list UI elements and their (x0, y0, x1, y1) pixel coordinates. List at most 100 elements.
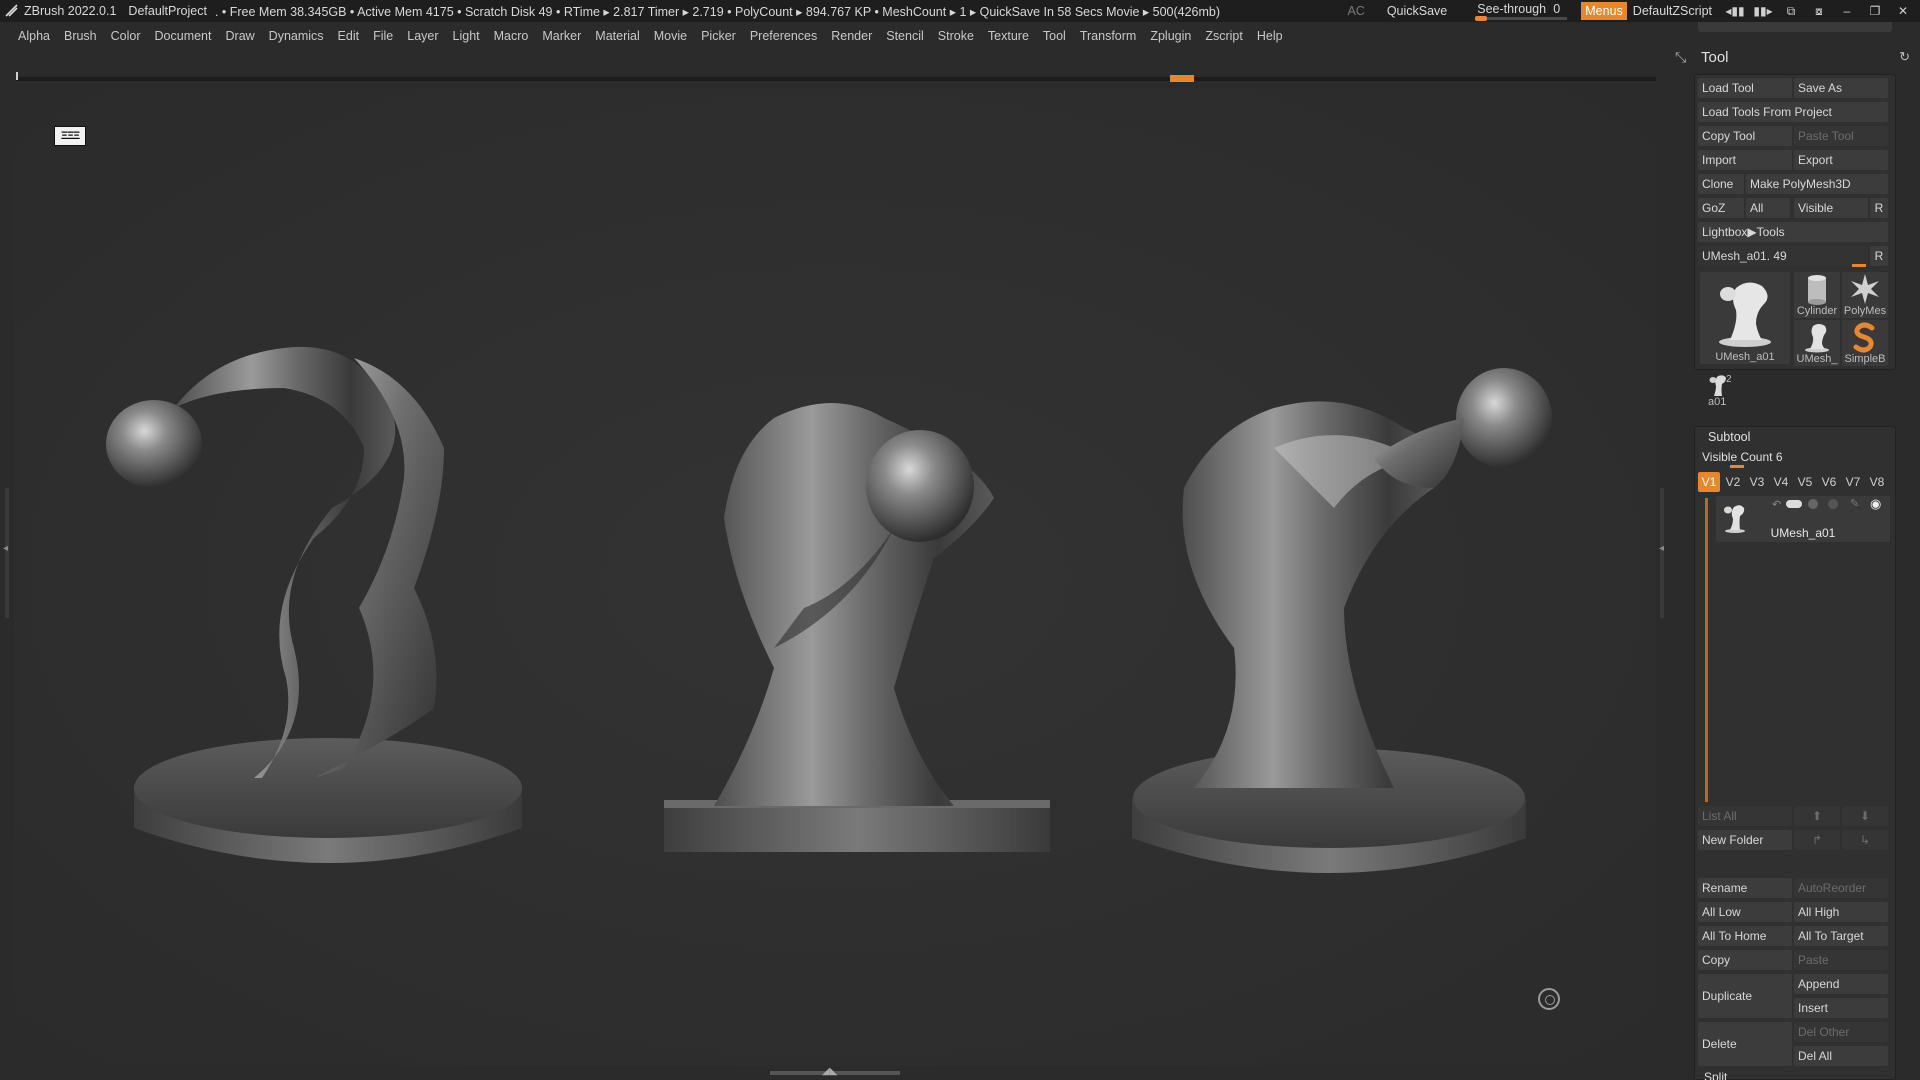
move-up-button[interactable]: ⬆ (1794, 806, 1840, 826)
window-layout-icon[interactable]: ⧉ (1780, 3, 1802, 19)
folder-action-1-icon[interactable]: ↱ (1794, 830, 1840, 850)
menu-document[interactable]: Document (155, 29, 212, 43)
visible-count-label[interactable]: Visible Count 6 (1702, 450, 1783, 464)
timeline-track[interactable] (16, 77, 1656, 81)
tool-thumb-umesh-main[interactable]: UMesh_a01 (1700, 272, 1790, 364)
menu-dynamics[interactable]: Dynamics (269, 29, 324, 43)
load-tool-button[interactable]: Load Tool (1698, 78, 1792, 98)
visible-count-knob[interactable] (1730, 465, 1744, 468)
subtool-item-umesh[interactable]: ↶ ✎ ◉ UMesh_a01 (1716, 496, 1890, 542)
clone-button[interactable]: Clone (1698, 174, 1744, 194)
all-high-button[interactable]: All High (1794, 902, 1888, 922)
list-all-button[interactable]: List All (1698, 806, 1792, 826)
del-other-button[interactable]: Del Other (1794, 1022, 1888, 1042)
goz-visible-button[interactable]: Visible (1794, 198, 1868, 218)
move-down-button[interactable]: ⬇ (1842, 806, 1888, 826)
rename-button[interactable]: Rename (1698, 878, 1792, 898)
menu-stencil[interactable]: Stencil (886, 29, 924, 43)
see-through-knob[interactable] (1475, 16, 1488, 21)
visibility-tab-v4[interactable]: V4 (1770, 472, 1792, 492)
save-as-button[interactable]: Save As (1794, 78, 1888, 98)
tool-thumb-simpleb[interactable]: SimpleB (1842, 320, 1888, 366)
make-polymesh3d-button[interactable]: Make PolyMesh3D (1746, 174, 1888, 194)
viewport-canvas[interactable]: ΞΞΞ (14, 88, 1656, 1066)
delete-button[interactable]: Delete (1698, 1022, 1792, 1066)
copy-button[interactable]: Copy (1698, 950, 1792, 970)
menu-tool[interactable]: Tool (1043, 29, 1066, 43)
menu-layer[interactable]: Layer (407, 29, 438, 43)
current-tool-slider-knob[interactable] (1852, 264, 1866, 267)
all-to-target-button[interactable]: All To Target (1794, 926, 1888, 946)
import-button[interactable]: Import (1698, 150, 1792, 170)
menu-macro[interactable]: Macro (494, 29, 529, 43)
menu-light[interactable]: Light (453, 29, 480, 43)
see-through-slider[interactable]: See-through 0 (1471, 0, 1571, 22)
ac-toggle[interactable]: AC (1347, 4, 1364, 18)
goz-all-button[interactable]: All (1746, 198, 1790, 218)
visibility-tab-v6[interactable]: V6 (1818, 472, 1840, 492)
subtool-list-scrollbar[interactable] (1705, 498, 1708, 802)
duplicate-button[interactable]: Duplicate (1698, 974, 1792, 1018)
pin-icon[interactable]: ⤡ (1675, 49, 1693, 66)
menu-preferences[interactable]: Preferences (750, 29, 817, 43)
perspective-toggle-icon[interactable]: ΞΞΞ (54, 126, 86, 146)
tool-thumb-cylinder[interactable]: Cylinder (1794, 272, 1840, 318)
quicksave-button[interactable]: QuickSave (1387, 4, 1447, 18)
subtool-contrast-icon[interactable] (1828, 499, 1838, 509)
folder-action-2-icon[interactable]: ↳ (1842, 830, 1888, 850)
paste-button[interactable]: Paste (1794, 950, 1888, 970)
visibility-tab-v2[interactable]: V2 (1722, 472, 1744, 492)
project-name[interactable]: DefaultProject (128, 4, 207, 18)
tool-panel-header[interactable]: ⤡ Tool ↻ (1672, 44, 1920, 70)
floor-grid-icon[interactable] (1538, 988, 1560, 1010)
reset-icon[interactable]: ↻ (1899, 49, 1910, 65)
menus-toggle-button[interactable]: Menus (1581, 2, 1627, 20)
export-button[interactable]: Export (1794, 150, 1888, 170)
menu-color[interactable]: Color (111, 29, 141, 43)
menu-stroke[interactable]: Stroke (938, 29, 974, 43)
bottom-shelf-arrow-icon[interactable]: ◢◣ (822, 1066, 837, 1077)
new-folder-button[interactable]: New Folder (1698, 830, 1792, 850)
append-button[interactable]: Append (1794, 974, 1888, 994)
subtool-toggle-icon[interactable] (1786, 500, 1802, 508)
timeline-handle[interactable] (1170, 75, 1194, 82)
menu-picker[interactable]: Picker (701, 29, 736, 43)
layout-left-icon[interactable]: ◂▮▮ (1724, 3, 1746, 19)
restore-icon[interactable]: ❐ (1864, 3, 1886, 19)
paste-tool-button[interactable]: Paste Tool (1794, 126, 1888, 146)
tool-thumb-umesh-small[interactable]: UMesh_ (1794, 320, 1840, 366)
tool-r-button[interactable]: R (1870, 246, 1888, 266)
menu-zplugin[interactable]: Zplugin (1150, 29, 1191, 43)
subtool-solo-icon[interactable] (1808, 499, 1818, 509)
subtool-brush-icon[interactable]: ✎ (1850, 497, 1859, 510)
subtool-eye-icon[interactable]: ◉ (1870, 496, 1881, 512)
visibility-tab-v5[interactable]: V5 (1794, 472, 1816, 492)
del-all-button[interactable]: Del All (1794, 1046, 1888, 1066)
menu-edit[interactable]: Edit (338, 29, 360, 43)
menu-material[interactable]: Material (595, 29, 639, 43)
default-zscript-button[interactable]: DefaultZScript (1633, 4, 1712, 18)
copy-tool-button[interactable]: Copy Tool (1698, 126, 1792, 146)
menu-movie[interactable]: Movie (654, 29, 687, 43)
split-section-label[interactable]: Split (1704, 1070, 1727, 1080)
menu-help[interactable]: Help (1257, 29, 1283, 43)
minimize-icon[interactable]: – (1836, 3, 1858, 19)
expand-left-icon[interactable]: ◂ (3, 543, 8, 554)
menu-render[interactable]: Render (831, 29, 872, 43)
subtool-title[interactable]: Subtool (1708, 430, 1750, 444)
save-layout-icon[interactable]: ⧇ (1808, 3, 1830, 19)
goz-r-button[interactable]: R (1870, 198, 1888, 218)
menu-transform[interactable]: Transform (1080, 29, 1137, 43)
subtool-polygroup-icon[interactable]: ↶ (1772, 498, 1781, 511)
load-tools-from-project-button[interactable]: Load Tools From Project (1698, 102, 1888, 122)
current-tool-slider[interactable]: UMesh_a01. 49 (1698, 246, 1868, 266)
visibility-tab-v1[interactable]: V1 (1698, 472, 1720, 492)
visibility-tab-v7[interactable]: V7 (1842, 472, 1864, 492)
tool-thumb-polymesh[interactable]: PolyMes (1842, 272, 1888, 318)
insert-button[interactable]: Insert (1794, 998, 1888, 1018)
menu-texture[interactable]: Texture (988, 29, 1029, 43)
expand-right-icon[interactable]: ◂ (1659, 543, 1664, 554)
lightbox-tools-button[interactable]: Lightbox▶Tools (1698, 222, 1888, 242)
autoreorder-button[interactable]: AutoReorder (1794, 878, 1888, 898)
menu-brush[interactable]: Brush (64, 29, 97, 43)
